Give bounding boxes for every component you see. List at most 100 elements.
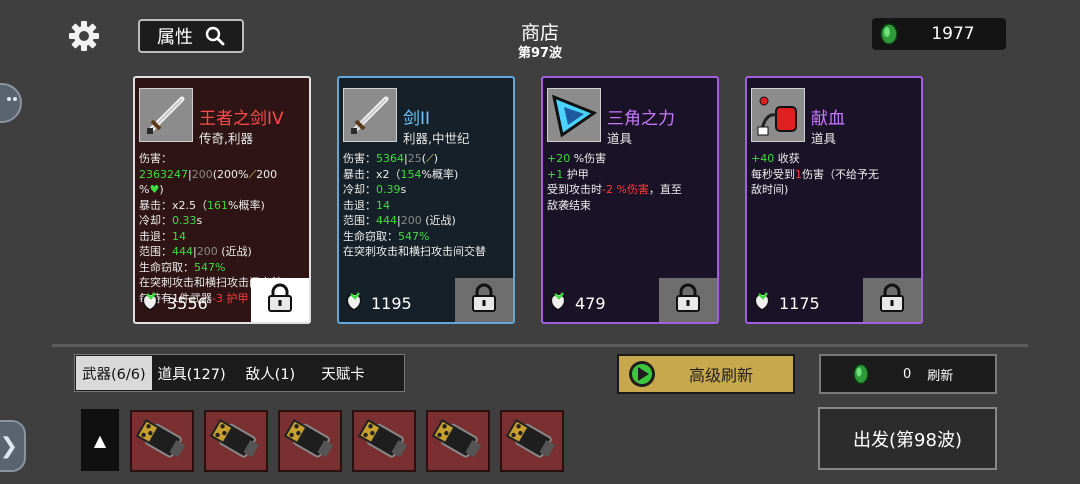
weapon-slot[interactable] <box>500 410 564 472</box>
card-price: 1175 <box>751 290 820 316</box>
tab-talent-cards[interactable]: 天赋卡 <box>315 356 371 390</box>
lock-button[interactable] <box>863 278 921 322</box>
card-name: 剑II <box>403 109 431 129</box>
tab-weapons[interactable]: 武器(6/6) <box>76 356 152 390</box>
tab-enemies[interactable]: 敌人(1) <box>240 356 302 390</box>
description-line: %♥) <box>139 183 164 196</box>
tab-items[interactable]: 道具(127) <box>152 356 232 390</box>
blood-bag-icon <box>751 88 805 142</box>
divider <box>52 344 1028 347</box>
settings-gear-icon[interactable] <box>68 20 100 52</box>
description-line: 暴击：x2（154%概率) <box>343 167 459 181</box>
chevron-right-icon: ❯ <box>0 433 18 459</box>
card-tags: 道具 <box>811 131 837 146</box>
description-line: 冷却：0.39s <box>343 183 407 196</box>
gatling-icon <box>356 415 412 471</box>
gatling-icon <box>134 415 190 471</box>
card-tags: 传奇,利器 <box>199 131 253 146</box>
description-line: 每秒受到1伤害（不给予无 <box>751 167 879 181</box>
shop-card[interactable]: 三角之力 道具 +20 %伤害 +1 护甲 受到攻击时-2 %伤害，直至 敌袭结束 479 <box>541 76 719 324</box>
lock-icon <box>470 283 498 317</box>
chat-icon <box>7 97 17 101</box>
gatling-icon <box>504 415 560 471</box>
advanced-refresh-button[interactable]: 高级刷新 <box>617 354 795 394</box>
price-value: 1195 <box>371 293 412 313</box>
description-line: 敌时间) <box>751 183 789 196</box>
sword-icon <box>139 88 193 142</box>
description-line: 生命窃取：547% <box>139 260 226 274</box>
triangle-icon <box>547 88 601 142</box>
card-name: 王者之剑IV <box>199 109 284 129</box>
gatling-icon <box>282 415 338 471</box>
card-name: 三角之力 <box>607 109 675 129</box>
lock-button[interactable] <box>455 278 513 322</box>
description-line: +1 护甲 <box>547 167 589 181</box>
description-line: 敌袭结束 <box>547 198 591 212</box>
lock-button[interactable] <box>659 278 717 322</box>
description-line: 生命窃取：547% <box>343 229 430 243</box>
coin-icon <box>853 363 869 385</box>
description-line: 范围：444|200 (近战) <box>139 245 252 258</box>
coin-icon <box>880 23 898 45</box>
card-price: 479 <box>547 290 606 316</box>
weapon-slot[interactable] <box>204 410 268 472</box>
weapon-slot[interactable] <box>352 410 416 472</box>
attributes-button[interactable]: 属性 <box>138 19 244 53</box>
start-next-wave-button[interactable]: 出发(第98波) <box>818 407 997 470</box>
shop-card[interactable]: 献血 道具 +40 收获 每秒受到1伤害（不给予无 敌时间) 1175 <box>745 76 923 324</box>
harvest-icon <box>139 290 161 316</box>
description-line: 击退：14 <box>343 198 390 212</box>
lock-button[interactable] <box>251 278 309 322</box>
harvest-icon <box>547 290 569 316</box>
scroll-up-button[interactable]: ▲ <box>81 409 119 471</box>
harvest-icon <box>343 290 365 316</box>
description-line: 冷却：0.33s <box>139 214 203 227</box>
weapon-slot[interactable] <box>426 410 490 472</box>
shop-card[interactable]: 王者之剑IV 传奇,利器伤害：2363247|200(200%⟋200 %♥) 暴击：… <box>133 76 311 324</box>
side-expand-button[interactable]: ❯ <box>0 420 26 472</box>
side-chat-button[interactable] <box>0 83 22 123</box>
description-line: 伤害：5364|25(⟋) <box>343 152 439 165</box>
money-display: 1977 <box>872 18 1006 50</box>
description-line: 范围：444|200 (近战) <box>343 214 456 227</box>
sword-icon <box>343 88 397 142</box>
wave-label: 第97波 <box>517 46 563 61</box>
shop-title: 商店 <box>520 22 559 44</box>
price-value: 1175 <box>779 293 820 313</box>
card-description: +20 %伤害 +1 护甲受到攻击时-2 %伤害，直至 敌袭结束 <box>547 151 713 213</box>
gatling-icon <box>208 415 264 471</box>
category-tabs: 武器(6/6) 道具(127) 敌人(1) 天赋卡 <box>74 354 405 392</box>
advanced-refresh-label: 高级刷新 <box>689 366 754 385</box>
card-description: +40 收获每秒受到1伤害（不给予无 敌时间) <box>751 151 917 198</box>
money-value: 1977 <box>931 24 975 44</box>
weapon-slot[interactable] <box>278 410 342 472</box>
lock-icon <box>266 283 294 317</box>
triangle-up-icon: ▲ <box>93 430 107 450</box>
card-price: 3556 <box>139 290 208 316</box>
description-line: 击退：14 <box>139 229 186 243</box>
description-line: +20 %伤害 <box>547 152 607 165</box>
description-line: +40 收获 <box>751 152 800 165</box>
price-value: 3556 <box>167 293 208 313</box>
shop-card[interactable]: 剑II 利器,中世纪伤害：5364|25(⟋) 暴击：x2（154%概率) 冷却：0.… <box>337 76 515 324</box>
description-line: 暴击：x2.5（161%概率) <box>139 198 265 212</box>
description-line: 伤害：2363247|200(200%⟋200 <box>139 152 278 181</box>
lock-icon <box>878 283 906 317</box>
weapon-slot[interactable] <box>130 410 194 472</box>
card-tags: 利器,中世纪 <box>403 131 470 146</box>
search-icon <box>205 26 225 46</box>
gatling-icon <box>430 415 486 471</box>
play-icon <box>629 361 655 387</box>
description-line: 受到攻击时-2 %伤害，直至 <box>547 183 682 196</box>
harvest-icon <box>751 290 773 316</box>
description-line: 在突刺攻击和横扫攻击间交替 <box>343 245 486 258</box>
refresh-label: 刷新 <box>927 368 954 384</box>
card-price: 1195 <box>343 290 412 316</box>
card-tags: 道具 <box>607 131 633 146</box>
price-value: 479 <box>575 293 606 313</box>
refresh-cost: 0 <box>903 366 912 382</box>
attributes-label: 属性 <box>157 27 193 48</box>
lock-icon <box>674 283 702 317</box>
refresh-button[interactable]: 0 刷新 <box>819 354 997 394</box>
card-description: 伤害：5364|25(⟋) 暴击：x2（154%概率) 冷却：0.39s 击退：14 范… <box>343 151 509 260</box>
